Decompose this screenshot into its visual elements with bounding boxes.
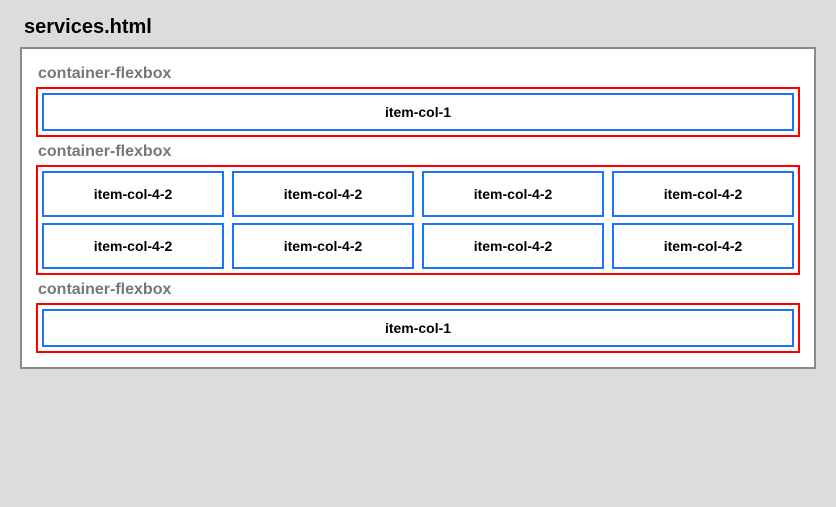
container-flexbox: item-col-4-2 item-col-4-2 item-col-4-2 i… xyxy=(36,165,800,275)
page-title: services.html xyxy=(24,16,816,39)
item-col-4-2: item-col-4-2 xyxy=(232,223,414,269)
item-col-4-2: item-col-4-2 xyxy=(422,171,604,217)
container-label: container-flexbox xyxy=(38,281,800,299)
item-col-1: item-col-1 xyxy=(42,309,794,347)
item-col-4-2: item-col-4-2 xyxy=(422,223,604,269)
item-col-4-2: item-col-4-2 xyxy=(42,171,224,217)
item-col-4-2: item-col-4-2 xyxy=(42,223,224,269)
container-label: container-flexbox xyxy=(38,65,800,83)
item-col-4-2: item-col-4-2 xyxy=(612,171,794,217)
layout-diagram: container-flexbox item-col-1 container-f… xyxy=(20,47,816,369)
item-col-1: item-col-1 xyxy=(42,93,794,131)
container-flexbox: item-col-1 xyxy=(36,87,800,137)
item-col-4-2: item-col-4-2 xyxy=(232,171,414,217)
item-col-4-2: item-col-4-2 xyxy=(612,223,794,269)
container-flexbox: item-col-1 xyxy=(36,303,800,353)
container-label: container-flexbox xyxy=(38,143,800,161)
